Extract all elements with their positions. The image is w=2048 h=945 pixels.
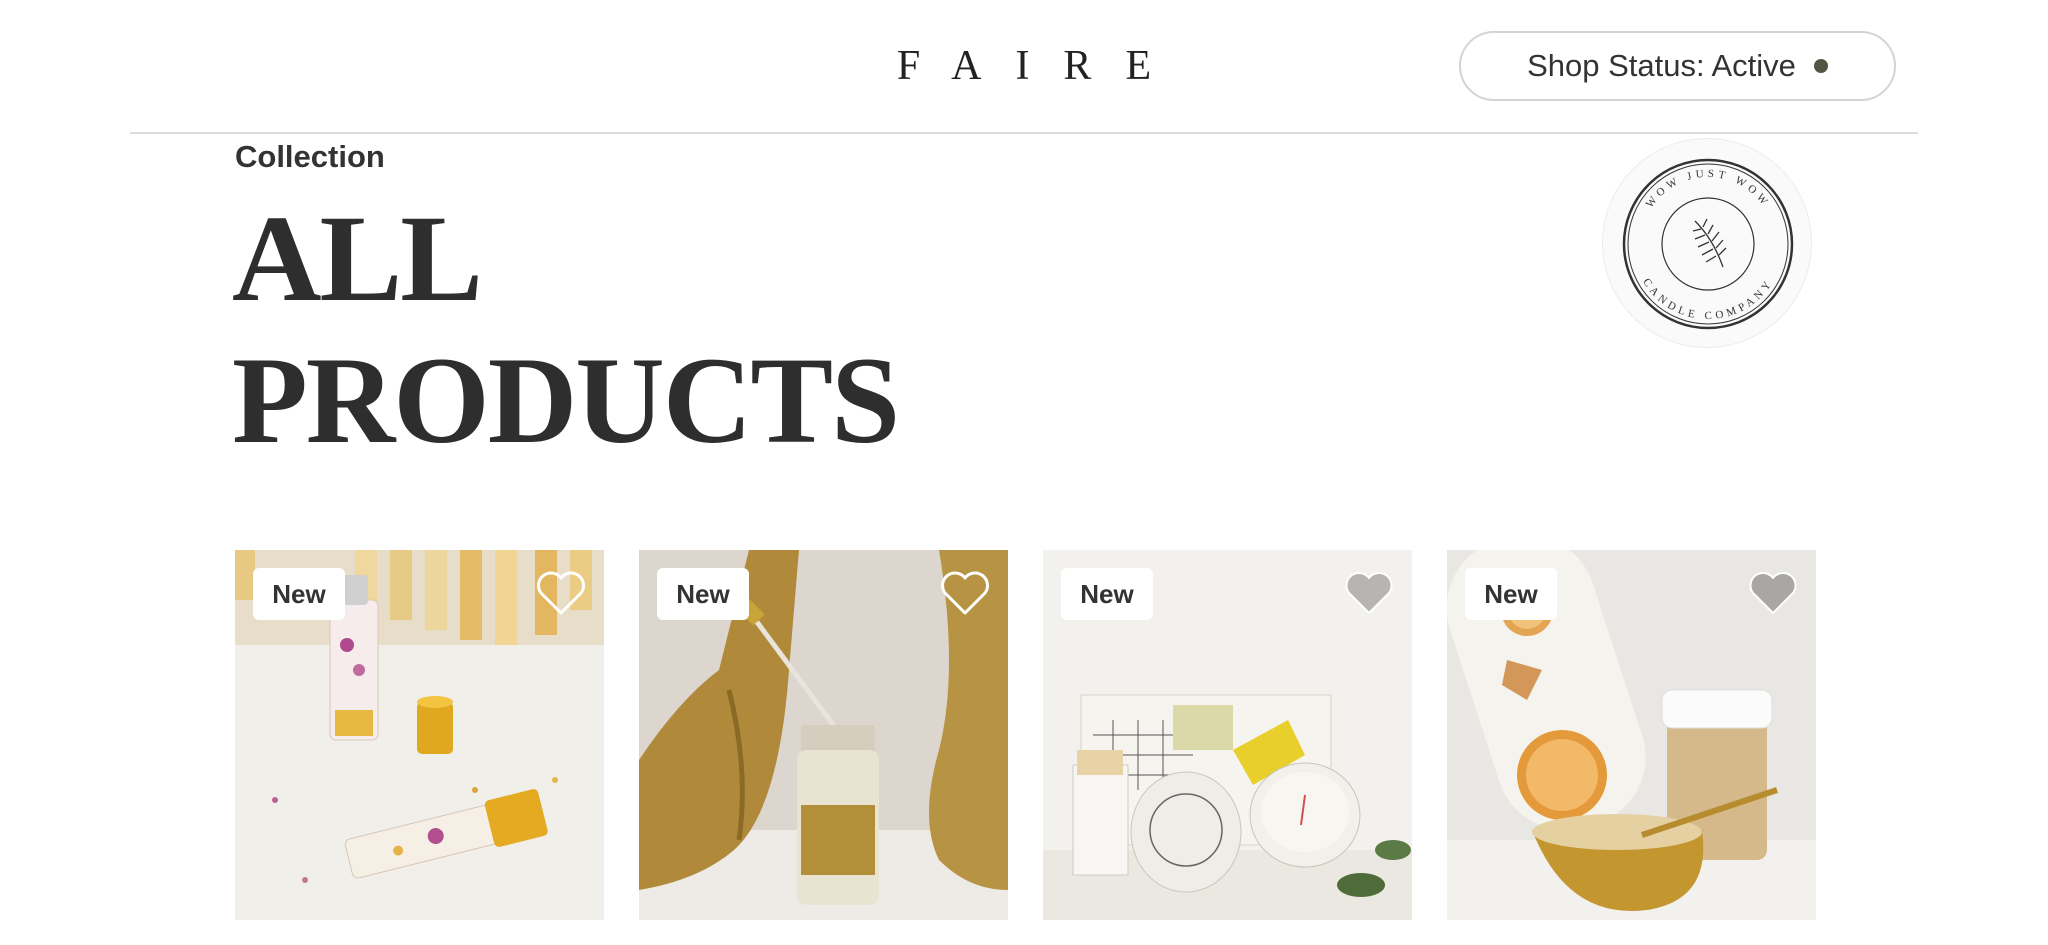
store-logo-avatar[interactable]: WOW JUST WOW CANDLE COMPANY	[1602, 138, 1812, 348]
svg-text:CANDLE COMPANY: CANDLE COMPANY	[1640, 276, 1776, 322]
status-dot-icon	[1813, 59, 1828, 73]
product-card[interactable]: New	[1043, 550, 1412, 920]
heart-outline-icon[interactable]	[534, 568, 588, 618]
product-card[interactable]: New	[235, 550, 604, 920]
new-badge: New	[1465, 568, 1557, 620]
heart-filled-icon[interactable]	[1746, 568, 1800, 618]
new-badge: New	[657, 568, 749, 620]
product-card[interactable]: New	[1447, 550, 1816, 920]
top-navigation-bar: FAIRE Shop Status: Active	[0, 0, 2048, 133]
shop-status-label: Shop Status: Active	[1527, 48, 1796, 83]
new-badge: New	[253, 568, 345, 620]
shop-status-button[interactable]: Shop Status: Active	[1459, 31, 1896, 101]
heart-filled-icon[interactable]	[1342, 568, 1396, 618]
leaf-icon	[1692, 218, 1727, 268]
page-title-line-2: PRODUCTS	[232, 332, 900, 469]
header-divider	[130, 132, 1918, 134]
page-title: ALL PRODUCTS	[232, 188, 1332, 472]
heart-outline-icon[interactable]	[938, 568, 992, 618]
store-logo-seal: WOW JUST WOW CANDLE COMPANY	[1622, 158, 1794, 330]
new-badge: New	[1061, 568, 1153, 620]
page-title-line-1: ALL	[232, 190, 483, 327]
collection-eyebrow: Collection	[235, 139, 385, 174]
product-grid: New New New New	[235, 550, 1816, 920]
product-card[interactable]: New	[639, 550, 1008, 920]
